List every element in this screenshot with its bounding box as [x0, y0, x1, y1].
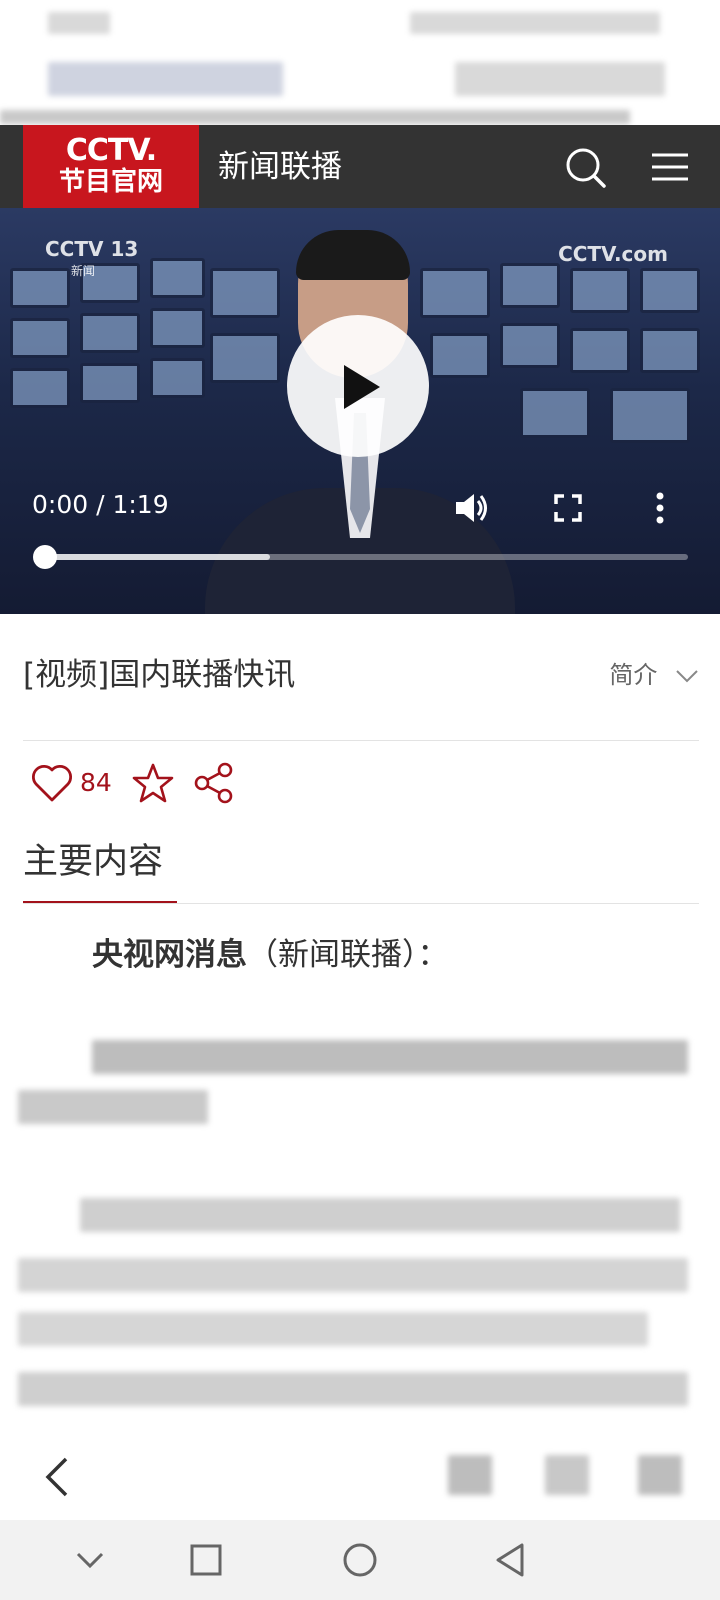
chevron-down-icon [676, 670, 698, 683]
blurred-status-left [48, 12, 110, 34]
blurred-url-right [455, 62, 665, 96]
recent-apps-icon[interactable] [184, 1538, 228, 1582]
video-player[interactable]: CCTV 13 新闻 CCTV.com 0:00 / 1:19 [0, 208, 720, 614]
fullscreen-icon[interactable] [548, 488, 588, 528]
channel-logo: CCTV 13 新闻 [45, 238, 138, 282]
anchor-hair [296, 230, 410, 280]
page-title: 新闻联播 [218, 149, 342, 185]
play-button[interactable] [287, 315, 429, 457]
chevron-down-icon[interactable] [68, 1538, 112, 1582]
progress-track[interactable] [33, 545, 688, 569]
lead-paragraph: 央视网消息（新闻联播）： [92, 935, 449, 975]
cctv-logo[interactable]: CCTV. 节目官网 [23, 125, 199, 208]
baidu-icon[interactable] [638, 1455, 682, 1495]
blurred-page-strip [0, 110, 630, 124]
progress-knob[interactable] [33, 545, 57, 569]
system-nav-bar [0, 1520, 720, 1600]
blurred-url-bar [48, 62, 283, 96]
video-title: [视频]国内联播快讯 [23, 657, 296, 693]
cctv-watermark: CCTV.com [558, 242, 668, 266]
share-icon[interactable] [192, 762, 236, 804]
divider [23, 740, 699, 741]
menu-icon[interactable] [648, 145, 692, 189]
heart-icon[interactable] [30, 762, 74, 804]
logo-line1: CCTV. [65, 133, 157, 168]
progress-buffered [45, 554, 271, 560]
site-header: CCTV. 节目官网 新闻联播 [0, 125, 720, 208]
lead-source: 央视网消息 [92, 937, 247, 973]
intro-toggle[interactable]: 简介 [609, 659, 699, 691]
blurred-status-right [410, 12, 660, 34]
logo-line2: 节目官网 [58, 167, 163, 197]
like-count: 84 [80, 768, 112, 797]
tabs-icon[interactable] [545, 1455, 589, 1495]
tab-divider [23, 903, 699, 904]
more-icon[interactable] [640, 488, 680, 528]
status-area [0, 0, 720, 125]
channel-logo-sub: 新闻 [71, 264, 96, 278]
tab-main-content[interactable]: 主要内容 [23, 840, 163, 884]
channel-logo-text: CCTV 13 [45, 237, 139, 261]
browser-toolbar [0, 1425, 720, 1520]
star-icon[interactable] [132, 762, 174, 804]
back-arrow-icon[interactable] [42, 1457, 70, 1497]
home-icon[interactable] [338, 1538, 382, 1582]
video-time: 0:00 / 1:19 [32, 490, 169, 519]
back-triangle-icon[interactable] [490, 1538, 534, 1582]
bookmark-icon[interactable] [448, 1455, 492, 1495]
play-icon [344, 365, 380, 409]
video-title-row: [视频]国内联播快讯 简介 [23, 655, 699, 695]
lead-program: （新闻联播）： [247, 937, 449, 973]
search-icon[interactable] [563, 145, 607, 189]
volume-icon[interactable] [452, 488, 492, 528]
intro-label: 简介 [609, 661, 658, 689]
